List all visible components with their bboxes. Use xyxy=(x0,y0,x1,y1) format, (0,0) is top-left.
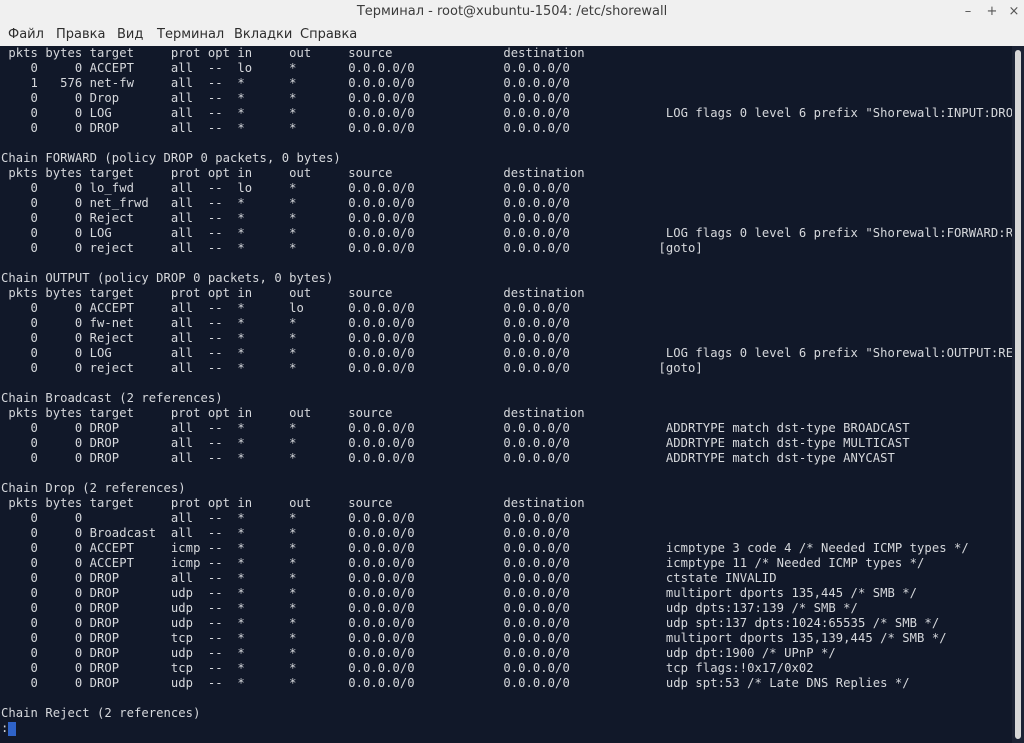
menu-file[interactable]: Файл xyxy=(8,24,44,46)
prompt-text: : xyxy=(1,721,9,735)
terminal-prompt[interactable]: : xyxy=(1,721,17,736)
maximize-icon[interactable]: + xyxy=(982,2,1002,22)
menu-edit[interactable]: Правка xyxy=(56,24,105,46)
menu-help[interactable]: Справка xyxy=(300,24,357,46)
menu-view[interactable]: Вид xyxy=(117,24,143,46)
minimize-icon[interactable]: – xyxy=(958,2,978,22)
terminal-window: Терминал - root@xubuntu-1504: /etc/shore… xyxy=(0,0,1024,743)
terminal-output: pkts bytes target prot opt in out source… xyxy=(1,46,1024,720)
scrollbar-thumb[interactable] xyxy=(1015,50,1021,739)
menu-tabs[interactable]: Вкладки xyxy=(234,24,292,46)
text-cursor xyxy=(8,722,17,736)
terminal-output-area[interactable]: pkts bytes target prot opt in out source… xyxy=(0,46,1024,743)
vertical-scrollbar[interactable] xyxy=(1012,46,1024,743)
menu-bar: Файл Правка Вид Терминал Вкладки Справка xyxy=(0,24,1024,47)
window-title: Терминал - root@xubuntu-1504: /etc/shore… xyxy=(356,4,668,19)
menu-terminal[interactable]: Терминал xyxy=(157,24,224,46)
close-icon[interactable]: × xyxy=(1004,2,1024,22)
title-bar[interactable]: Терминал - root@xubuntu-1504: /etc/shore… xyxy=(0,0,1024,25)
